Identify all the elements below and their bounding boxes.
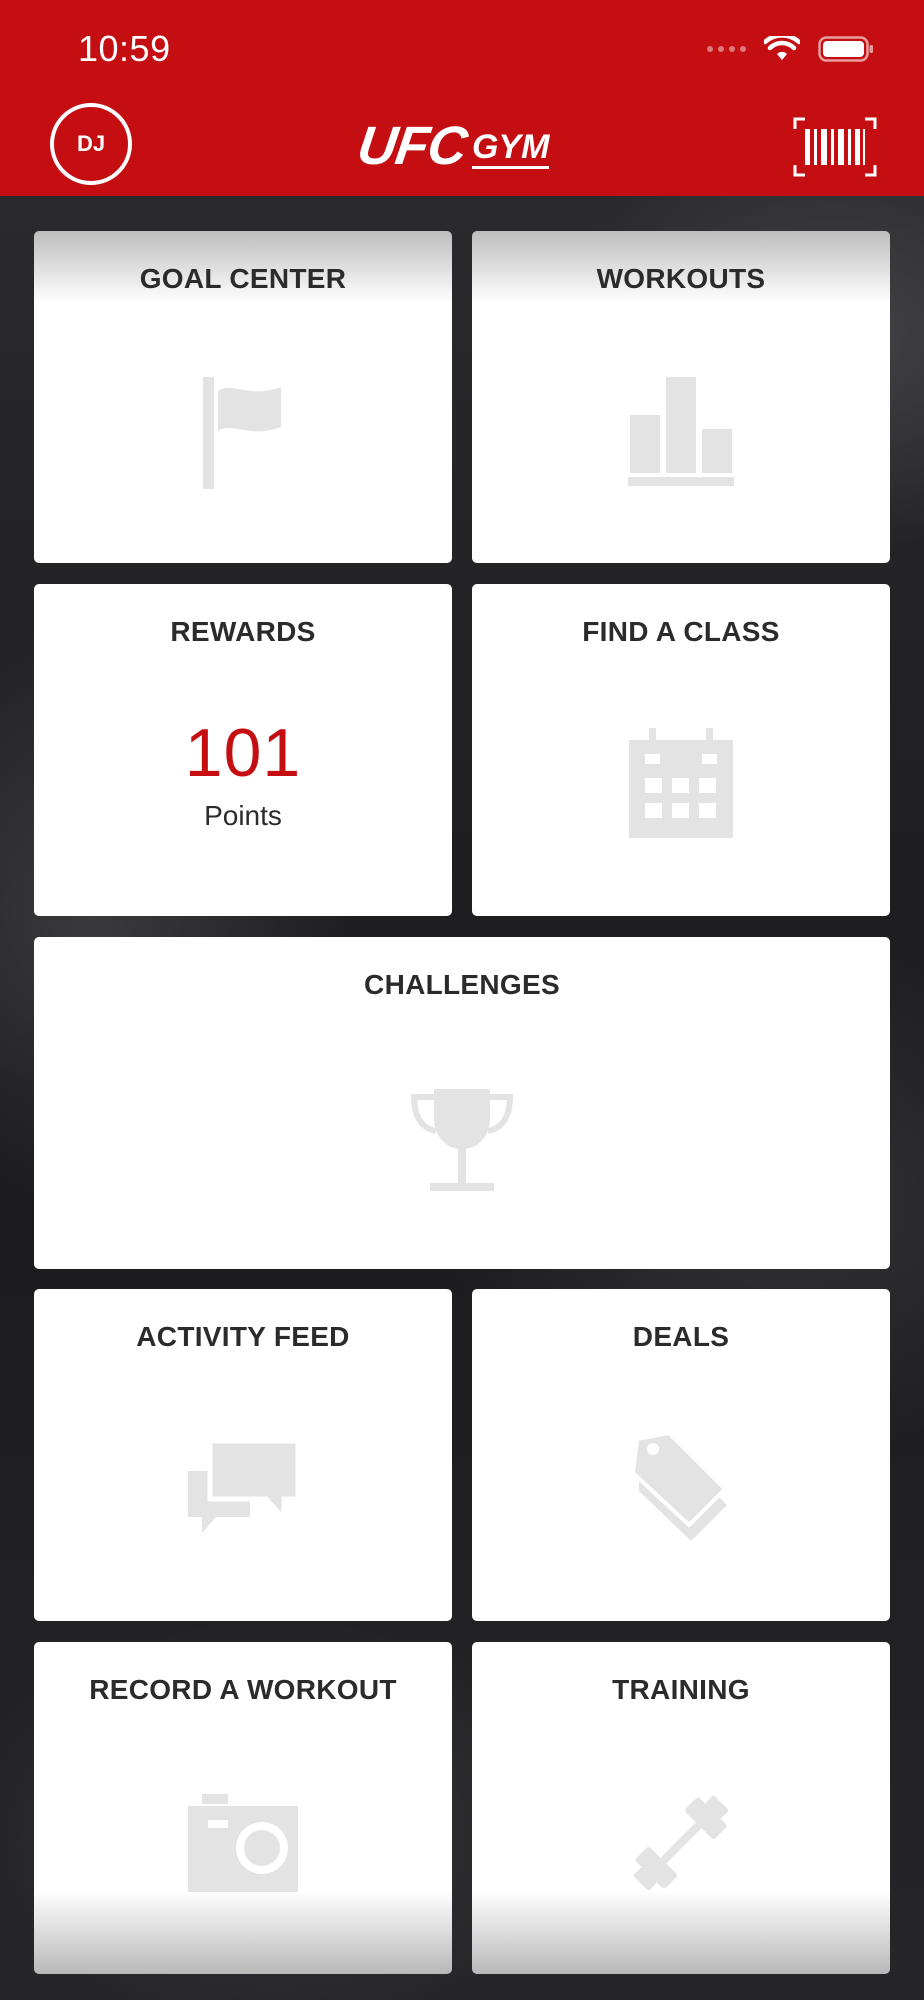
tag-icon xyxy=(633,1433,728,1541)
tile-title: WORKOUTS xyxy=(596,263,766,294)
tile-title: ACTIVITY FEED xyxy=(136,1321,350,1352)
tile-training[interactable]: TRAINING xyxy=(472,1642,890,1974)
logo-ufc-text: UFC xyxy=(353,116,471,176)
ufc-gym-logo: UFC GYM xyxy=(354,116,550,176)
trophy-icon xyxy=(410,1089,514,1191)
rewards-points-label: Points xyxy=(204,800,282,831)
tile-record-a-workout[interactable]: RECORD A WORKOUT xyxy=(34,1642,452,1974)
tile-activity-feed[interactable]: ACTIVITY FEED xyxy=(34,1289,452,1621)
camera-icon xyxy=(188,1794,298,1892)
battery-icon xyxy=(818,36,873,62)
status-time: 10:59 xyxy=(78,28,171,69)
tile-find-a-class[interactable]: FIND A CLASS xyxy=(472,584,890,916)
tile-title: CHALLENGES xyxy=(364,969,560,1000)
tile-title: DEALS xyxy=(632,1321,730,1352)
flag-icon xyxy=(203,377,281,489)
dumbbell-icon xyxy=(633,1795,729,1891)
app-header: 10:59 DJ UFC GYM xyxy=(0,0,924,196)
profile-avatar[interactable]: DJ xyxy=(50,103,132,185)
tile-challenges[interactable]: CHALLENGES xyxy=(34,937,890,1269)
tile-workouts[interactable]: WORKOUTS xyxy=(472,231,890,563)
tile-title: REWARDS xyxy=(170,616,316,647)
cellular-signal-icon xyxy=(707,46,746,52)
status-indicators xyxy=(707,36,874,62)
logo-gym-text: GYM xyxy=(471,130,550,169)
tile-deals[interactable]: DEALS xyxy=(472,1289,890,1621)
barcode-scan-icon[interactable] xyxy=(793,117,877,177)
tile-goal-center[interactable]: GOAL CENTER xyxy=(34,231,452,563)
chat-bubbles-icon xyxy=(188,1441,298,1533)
tile-title: FIND A CLASS xyxy=(582,616,780,647)
tile-rewards[interactable]: REWARDS 101 Points xyxy=(34,584,452,916)
wifi-icon xyxy=(764,36,800,60)
rewards-points-value: 101 xyxy=(184,715,302,791)
tile-title: RECORD A WORKOUT xyxy=(89,1674,397,1705)
tile-title: GOAL CENTER xyxy=(139,263,347,294)
calendar-icon xyxy=(629,728,733,838)
bar-chart-icon xyxy=(628,377,734,486)
tile-title: TRAINING xyxy=(612,1674,750,1705)
